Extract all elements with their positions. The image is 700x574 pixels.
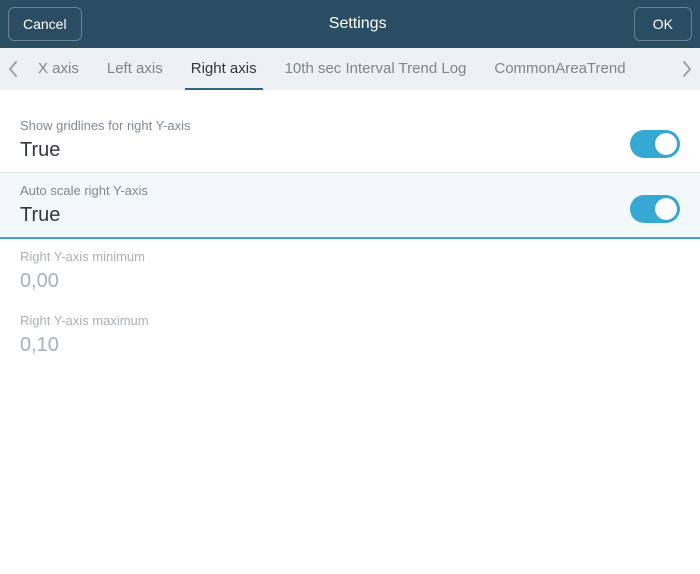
auto-scale-toggle[interactable] [630,195,680,223]
tab-x-axis[interactable]: X axis [24,48,93,90]
setting-label: Right Y-axis minimum [20,249,680,264]
setting-show-gridlines: Show gridlines for right Y-axis True [0,108,700,173]
tab-interval-trend-log[interactable]: 10th sec Interval Trend Log [271,48,481,90]
tab-left-axis[interactable]: Left axis [93,48,177,90]
ok-button[interactable]: OK [634,7,692,41]
tab-bar: X axis Left axis Right axis 10th sec Int… [0,48,700,90]
settings-content: Show gridlines for right Y-axis True Aut… [0,90,700,367]
show-gridlines-toggle[interactable] [630,130,680,158]
setting-auto-scale: Auto scale right Y-axis True [0,173,700,239]
toggle-knob [655,133,677,155]
cancel-button[interactable]: Cancel [8,7,82,41]
setting-label: Right Y-axis maximum [20,313,680,328]
setting-y-max: Right Y-axis maximum 0,10 [0,303,700,367]
setting-label: Show gridlines for right Y-axis [20,118,630,133]
setting-value[interactable]: 0,00 [20,270,680,293]
setting-value: True [20,204,630,227]
settings-header: Cancel Settings OK [0,0,700,48]
setting-y-min: Right Y-axis minimum 0,00 [0,239,700,303]
toggle-knob [655,198,677,220]
tab-common-area-trend[interactable]: CommonAreaTrend [480,48,639,90]
setting-value: True [20,139,630,162]
setting-label: Auto scale right Y-axis [20,183,630,198]
tabs: X axis Left axis Right axis 10th sec Int… [24,48,676,90]
page-title: Settings [329,15,387,33]
tabs-scroll-right-icon[interactable] [676,48,698,90]
tab-right-axis[interactable]: Right axis [177,48,271,90]
setting-value[interactable]: 0,10 [20,334,680,357]
tabs-scroll-left-icon[interactable] [2,48,24,90]
